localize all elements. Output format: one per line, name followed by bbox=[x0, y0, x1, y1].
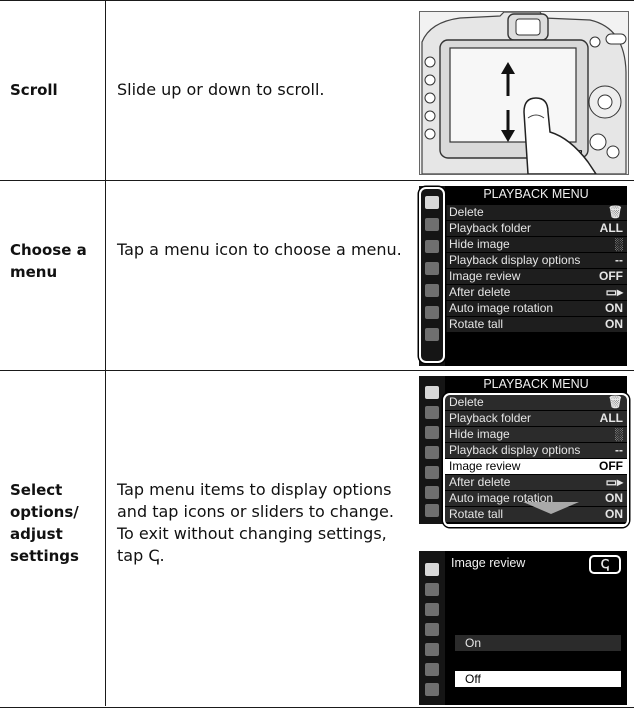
image-review-screen: Image review ↅ On Off bbox=[419, 551, 627, 705]
menu-item[interactable]: Playback display options -- bbox=[445, 253, 627, 269]
menu-item[interactable]: Hide image ░ bbox=[445, 237, 627, 253]
menu-item-label: Playback folder bbox=[449, 221, 532, 235]
menu-item-label: Auto image rotation bbox=[449, 301, 554, 315]
retouch-icon[interactable] bbox=[425, 486, 439, 499]
term-choose-menu: Choose a menu bbox=[10, 241, 87, 281]
desc-choose-menu: Tap a menu icon to choose a menu. bbox=[117, 240, 402, 259]
desc-select-options: Tap menu items to display options and ta… bbox=[117, 480, 394, 565]
row-choose-menu: Choose a menu Tap a menu icon to choose … bbox=[0, 180, 634, 371]
menu-item-value: OFF bbox=[599, 269, 623, 283]
menu-title: PLAYBACK MENU bbox=[483, 187, 589, 201]
trash-icon: 🗑 bbox=[607, 205, 623, 219]
back-icon: ↅ bbox=[600, 557, 610, 571]
playback-menu-screen: PLAYBACK MENU Delete 🗑 Playback folder ALL… bbox=[419, 186, 627, 366]
menu-item[interactable]: Auto image rotation ON bbox=[445, 301, 627, 317]
term-select-options: Select options/ adjust settings bbox=[10, 481, 79, 565]
playback-icon[interactable] bbox=[425, 386, 439, 399]
pencil-icon[interactable] bbox=[425, 623, 439, 636]
image-review-title: Image review bbox=[451, 556, 526, 570]
menu-item-label: Delete bbox=[449, 205, 484, 219]
camera-illustration-svg: Nikon bbox=[420, 12, 628, 174]
option-on[interactable]: On bbox=[455, 635, 621, 651]
wrench-icon[interactable] bbox=[425, 466, 439, 479]
row-select-options: Select options/ adjust settings Tap menu… bbox=[0, 370, 634, 708]
term-scroll: Scroll bbox=[10, 81, 58, 99]
option-off[interactable]: Off bbox=[455, 671, 621, 687]
menu-item-label: Hide image bbox=[449, 237, 510, 251]
menu-item[interactable]: Image review OFF bbox=[445, 269, 627, 285]
playback-icon[interactable] bbox=[425, 563, 439, 576]
hide-icon: ░ bbox=[614, 237, 623, 251]
menu-item[interactable]: Delete 🗑 bbox=[445, 205, 627, 221]
camera-back-illustration: Nikon bbox=[419, 11, 629, 175]
column-divider-3 bbox=[105, 370, 106, 706]
menu-item-label: Playback display options bbox=[449, 253, 581, 267]
desc-scroll: Slide up or down to scroll. bbox=[117, 80, 325, 99]
column-divider-1 bbox=[105, 0, 106, 180]
camera-icon[interactable] bbox=[425, 583, 439, 596]
after-delete-icon: ▭▸ bbox=[605, 285, 623, 299]
menu-item-value: ON bbox=[605, 317, 623, 331]
menu-item-label: Image review bbox=[449, 269, 521, 283]
retouch-icon[interactable] bbox=[425, 663, 439, 676]
menu-rail bbox=[419, 551, 445, 705]
movie-icon[interactable] bbox=[425, 426, 439, 439]
menu-item-value: ALL bbox=[599, 221, 623, 235]
menu-item-value: ON bbox=[605, 301, 623, 315]
menu-item-label: After delete bbox=[449, 285, 511, 299]
menu-item-label: Rotate tall bbox=[449, 317, 504, 331]
menu-rail bbox=[419, 376, 445, 524]
menu-item[interactable]: After delete ▭▸ bbox=[445, 285, 627, 301]
rail-highlight bbox=[419, 187, 445, 363]
menu-item[interactable]: Rotate tall ON bbox=[445, 317, 627, 333]
menu-item[interactable]: Playback folder ALL bbox=[445, 221, 627, 237]
my-menu-icon[interactable] bbox=[425, 683, 439, 696]
my-menu-icon[interactable] bbox=[425, 504, 439, 517]
row-scroll: Scroll Slide up or down to scroll. Nikon bbox=[0, 0, 634, 181]
pencil-icon[interactable] bbox=[425, 446, 439, 459]
movie-icon[interactable] bbox=[425, 603, 439, 616]
wrench-icon[interactable] bbox=[425, 643, 439, 656]
camera-icon[interactable] bbox=[425, 406, 439, 419]
back-button[interactable]: ↅ bbox=[589, 555, 621, 574]
menu-item-value: -- bbox=[615, 253, 623, 267]
transition-arrow-icon bbox=[523, 502, 579, 514]
menu-title: PLAYBACK MENU bbox=[483, 377, 589, 391]
column-divider-2 bbox=[105, 180, 106, 370]
